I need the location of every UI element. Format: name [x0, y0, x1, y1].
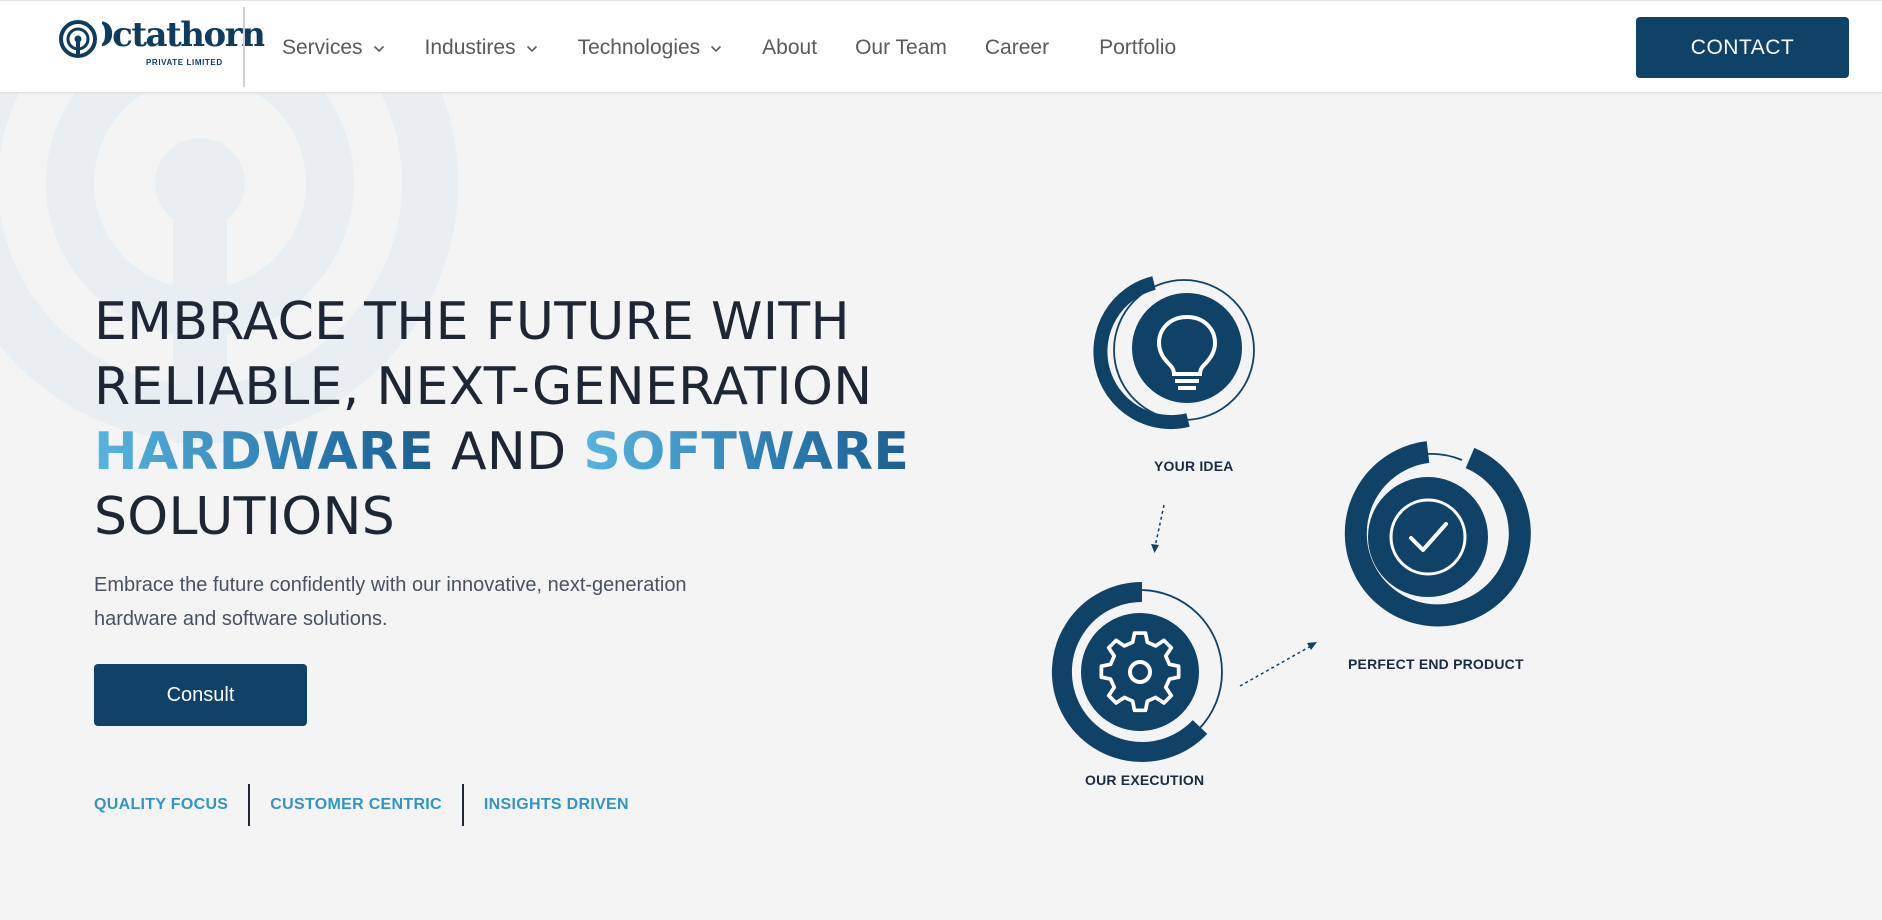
nav-item-about[interactable]: About: [762, 36, 817, 60]
nav-label: Services: [282, 35, 363, 59]
hero-title-line: SOLUTIONS: [94, 487, 396, 547]
header-divider: [243, 7, 245, 87]
logo-text: Octathorn: [84, 15, 265, 55]
arrow-execution-to-product: [1239, 642, 1317, 687]
consult-button[interactable]: Consult: [94, 664, 307, 726]
checkmark-icon: [1344, 441, 1531, 627]
pillar-divider: [248, 784, 251, 826]
logo-subtitle: PRIVATE LIMITED: [146, 58, 223, 67]
process-diagram: YOUR IDEA OUR EXECUTION PERFECT END PROD…: [1030, 262, 1630, 802]
nav-item-portfolio[interactable]: Portfolio: [1099, 36, 1176, 60]
nav-item-services[interactable]: Services: [282, 36, 385, 60]
pillar-quality-focus: QUALITY FOCUS: [94, 796, 229, 813]
step-label-our-execution: OUR EXECUTION: [1085, 772, 1205, 788]
nav-label: Portfolio: [1099, 35, 1177, 59]
logo[interactable]: Octathorn PRIVATE LIMITED: [58, 15, 264, 75]
hero-title-line: HARDWARE AND SOFTWARE: [94, 420, 954, 485]
contact-button[interactable]: CONTACT: [1636, 17, 1849, 78]
hero-title-and: AND: [451, 422, 567, 482]
arrow-idea-to-execution: [1151, 504, 1165, 553]
site-header: Octathorn PRIVATE LIMITED Services Indus…: [0, 0, 1882, 93]
pillar-insights-driven: INSIGHTS DRIVEN: [483, 796, 629, 813]
nav-label: Technologies: [577, 35, 701, 59]
nav-label: Career: [984, 35, 1050, 59]
nav-item-our-team[interactable]: Our Team: [855, 36, 947, 60]
process-diagram-graphic: [1051, 276, 1531, 762]
chevron-down-icon: [711, 45, 722, 52]
nav-label: About: [762, 35, 818, 59]
nav-label: Our Team: [855, 35, 947, 59]
nav-label: Industires: [424, 35, 516, 59]
hero-title-accent-software: SOFTWARE: [583, 422, 910, 482]
pillar-divider: [461, 784, 464, 826]
hero-title-line: EMBRACE THE FUTURE WITH: [94, 292, 850, 352]
nav-item-industries[interactable]: Industires: [425, 36, 538, 60]
step-label-your-idea: YOUR IDEA: [1154, 458, 1234, 474]
logo-mark-icon: [59, 20, 97, 58]
hero-title-accent-hardware: HARDWARE: [94, 422, 435, 482]
nav-item-career[interactable]: Career: [985, 36, 1049, 60]
hero-subtitle: Embrace the future confidently with our …: [94, 574, 687, 630]
hero-title: EMBRACE THE FUTURE WITH RELIABLE, NEXT-G…: [94, 290, 954, 550]
hero-title-line: RELIABLE, NEXT-GENERATION: [94, 357, 873, 417]
lightbulb-icon: [1093, 276, 1255, 430]
main-nav: Services Industires Technologies About O…: [282, 1, 1176, 94]
gear-icon: [1051, 582, 1223, 762]
pillar-customer-centric: CUSTOMER CENTRIC: [270, 796, 442, 813]
chevron-down-icon: [526, 45, 537, 52]
chevron-down-icon: [373, 45, 384, 52]
value-pillars: QUALITY FOCUS CUSTOMER CENTRIC INSIGHTS …: [94, 784, 629, 826]
nav-item-technologies[interactable]: Technologies: [578, 36, 723, 60]
step-label-perfect-end-product: PERFECT END PRODUCT: [1348, 656, 1524, 672]
